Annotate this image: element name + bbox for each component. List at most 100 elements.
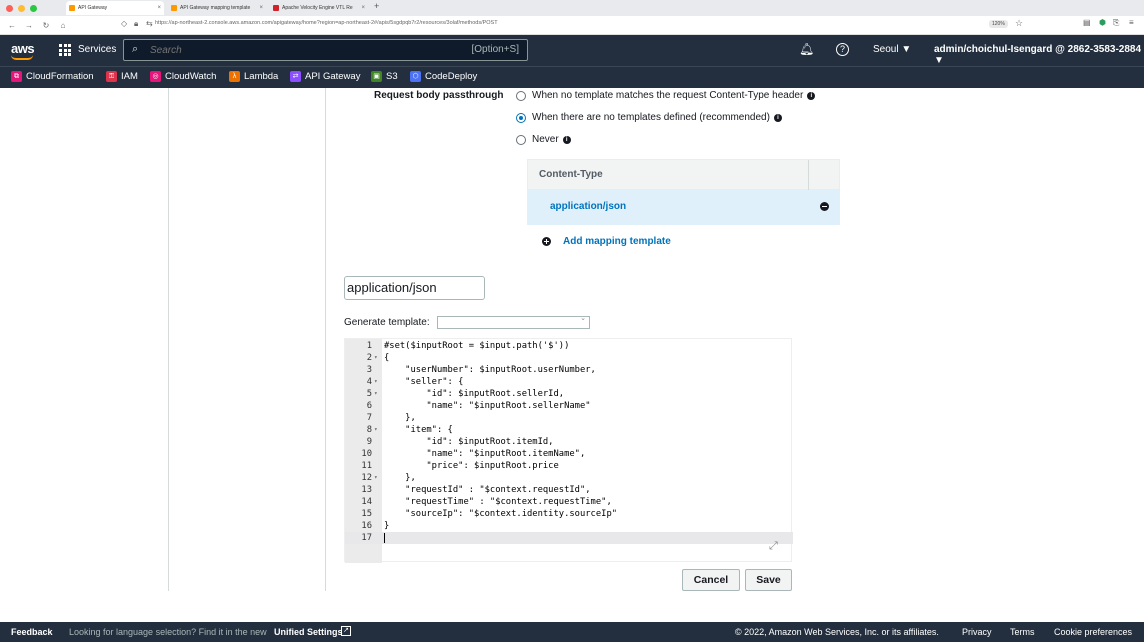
expand-editor-icon[interactable]: ⤢ xyxy=(769,540,778,553)
services-grid-icon[interactable] xyxy=(59,44,71,56)
favorites-bar: ⧉ CloudFormation ⚿ IAM ◎ CloudWatch λ La… xyxy=(0,66,1144,88)
favorite-cloudformation[interactable]: ⧉ CloudFormation xyxy=(11,71,94,82)
code-line[interactable]: 14 "requestTime" : "$context.requestTime… xyxy=(345,496,793,508)
home-icon[interactable]: ⌂ xyxy=(58,21,68,30)
code-line[interactable]: 15 "sourceIp": "$context.identity.source… xyxy=(345,508,793,520)
extension-icon[interactable]: ⎘ xyxy=(1113,18,1119,28)
terms-link[interactable]: Terms xyxy=(1010,627,1035,637)
passthrough-option-never[interactable]: Never i xyxy=(516,134,571,145)
extension-icon[interactable]: ⬢ xyxy=(1099,18,1106,27)
code-text: }, xyxy=(384,413,416,423)
account-menu[interactable]: admin/choichul-Isengard @ 2862-3583-2884… xyxy=(934,44,1144,66)
info-icon[interactable]: i xyxy=(807,91,816,100)
aws-logo-smile-icon xyxy=(11,55,33,60)
permissions-icon[interactable]: ⇆ xyxy=(146,19,153,28)
search-box[interactable]: ⌕ [Option+S] xyxy=(123,39,528,61)
save-button[interactable]: Save xyxy=(745,569,792,591)
bookmark-star-icon[interactable]: ☆ xyxy=(1015,18,1023,29)
radio-button-selected[interactable] xyxy=(516,112,526,123)
code-line[interactable]: 8 ▾ "item": { xyxy=(345,424,793,436)
close-tab-icon[interactable]: × xyxy=(361,1,365,15)
services-menu-button[interactable]: Services xyxy=(78,44,116,55)
fold-arrow-icon[interactable]: ▾ xyxy=(374,376,378,388)
line-number: 8 xyxy=(366,425,372,435)
text-cursor xyxy=(384,533,385,543)
code-editor[interactable]: 1 #set($inputRoot = $input.path('$')) 2 ▾{3… xyxy=(344,338,793,563)
favorite-lambda[interactable]: λ Lambda xyxy=(229,71,278,82)
generate-template-select[interactable] xyxy=(437,314,590,329)
code-line[interactable]: 3 "userNumber": $inputRoot.userNumber, xyxy=(345,364,793,376)
cancel-button[interactable]: Cancel xyxy=(682,569,740,591)
favorite-codedeploy[interactable]: ⬡ CodeDeploy xyxy=(410,71,477,82)
cookie-preferences-link[interactable]: Cookie preferences xyxy=(1054,627,1132,637)
line-number: 5 xyxy=(366,389,372,399)
code-line[interactable]: 6 "name": "$inputRoot.sellerName" xyxy=(345,400,793,412)
info-icon[interactable]: i xyxy=(773,113,782,122)
fold-arrow-icon[interactable]: ▾ xyxy=(374,352,378,364)
reload-icon[interactable]: ↻ xyxy=(41,21,51,30)
back-icon[interactable]: ← xyxy=(7,21,17,30)
code-line[interactable]: 5 ▾ "id": $inputRoot.sellerId, xyxy=(345,388,793,400)
generate-template-label: Generate template: xyxy=(344,317,430,328)
maximize-window-button[interactable] xyxy=(30,4,37,12)
table-row[interactable]: application/json xyxy=(528,190,839,225)
code-text: "sourceIp": "$context.identity.sourceIp" xyxy=(384,509,618,519)
bell-icon[interactable]: 🔔︎ xyxy=(799,42,814,56)
content-type-field[interactable]: application/json xyxy=(344,276,485,300)
favorite-iam[interactable]: ⚿ IAM xyxy=(106,71,138,82)
code-line[interactable]: 12 ▾ }, xyxy=(345,472,793,484)
privacy-link[interactable]: Privacy xyxy=(962,627,992,637)
code-text: "id": $inputRoot.sellerId, xyxy=(384,389,565,399)
sidebar-divider xyxy=(168,88,169,591)
browser-tab[interactable]: API Gateway × xyxy=(66,1,164,15)
aws-logo[interactable]: aws xyxy=(11,41,35,56)
passthrough-option-no-match[interactable]: When no template matches the request Con… xyxy=(516,90,816,101)
new-tab-icon[interactable]: + xyxy=(374,1,379,11)
url-field[interactable]: https://ap-northeast-2.console.aws.amazo… xyxy=(155,20,498,26)
code-line[interactable]: 16} xyxy=(345,520,793,532)
shield-icon[interactable]: ◇ xyxy=(121,19,127,28)
favorite-label: Lambda xyxy=(244,71,279,82)
code-line[interactable]: 4 ▾ "seller": { xyxy=(345,376,793,388)
info-icon[interactable]: i xyxy=(562,135,571,144)
radio-button[interactable] xyxy=(516,134,526,145)
favorite-label: CodeDeploy xyxy=(425,71,478,82)
fold-arrow-icon[interactable]: ▾ xyxy=(374,472,378,484)
code-line[interactable]: 9 "id": $inputRoot.itemId, xyxy=(345,436,793,448)
remove-icon[interactable] xyxy=(820,202,829,211)
code-line[interactable]: 11 "price": $inputRoot.price xyxy=(345,460,793,472)
code-line[interactable]: 2 ▾ { xyxy=(345,352,793,364)
code-line[interactable]: 10 "name": "$inputRoot.itemName", xyxy=(345,448,793,460)
extension-icon[interactable]: ▤ xyxy=(1083,18,1091,27)
passthrough-option-no-templates[interactable]: When there are no templates defined (rec… xyxy=(516,112,782,123)
add-mapping-template-button[interactable]: Add mapping template xyxy=(542,236,671,247)
zoom-level[interactable]: 120% xyxy=(989,20,1008,28)
forward-icon[interactable]: → xyxy=(24,21,34,30)
code-line[interactable]: 1 #set($inputRoot = $input.path('$')) xyxy=(345,340,793,352)
fold-arrow-icon[interactable]: ▾ xyxy=(374,388,378,400)
close-tab-icon[interactable]: × xyxy=(259,1,263,15)
favorite-api-gateway[interactable]: ⇄ API Gateway xyxy=(290,71,360,82)
code-text: "seller": { xyxy=(384,377,464,387)
region-selector[interactable]: Seoul ▼ xyxy=(873,44,911,55)
code-line[interactable]: 17 xyxy=(345,532,793,544)
add-icon xyxy=(542,237,551,246)
help-icon[interactable]: ? xyxy=(836,43,849,56)
radio-button[interactable] xyxy=(516,90,526,101)
favorite-cloudwatch[interactable]: ◎ CloudWatch xyxy=(150,71,216,82)
search-input[interactable] xyxy=(150,43,450,57)
content-type-link[interactable]: application/json xyxy=(550,201,626,212)
close-tab-icon[interactable]: × xyxy=(157,1,161,15)
unified-settings-link[interactable]: Unified Settings xyxy=(274,627,343,637)
browser-tab[interactable]: Apache Velocity Engine VTL Re × xyxy=(270,1,368,15)
fold-arrow-icon[interactable]: ▾ xyxy=(374,424,378,436)
lock-icon[interactable]: 🔒︎ xyxy=(134,19,138,29)
favorite-s3[interactable]: ▣ S3 xyxy=(371,71,398,82)
close-window-button[interactable] xyxy=(6,4,13,12)
code-line[interactable]: 7 }, xyxy=(345,412,793,424)
code-line[interactable]: 13 "requestId" : "$context.requestId", xyxy=(345,484,793,496)
minimize-window-button[interactable] xyxy=(18,4,25,12)
menu-icon[interactable]: ≡ xyxy=(1129,18,1134,27)
feedback-link[interactable]: Feedback xyxy=(11,627,53,637)
browser-tab[interactable]: API Gateway mapping template × xyxy=(168,1,266,15)
